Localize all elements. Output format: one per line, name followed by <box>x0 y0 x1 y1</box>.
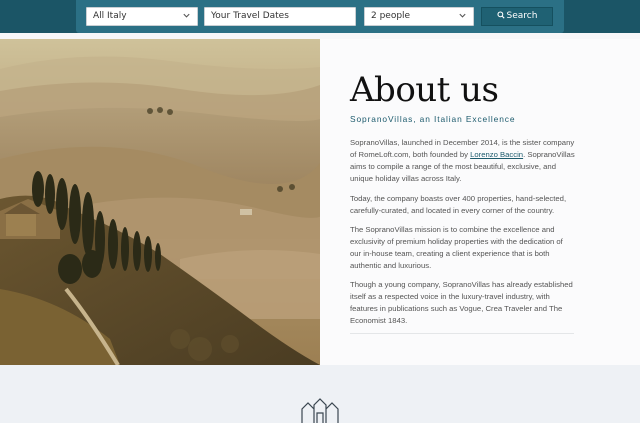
about-paragraph-3: The SopranoVillas mission is to combine … <box>350 225 563 270</box>
region-select-value: All Italy <box>93 11 127 21</box>
chevron-down-icon <box>459 13 466 18</box>
page-subtitle: SopranoVillas, an Italian Excellence <box>350 114 516 124</box>
travel-dates-placeholder: Your Travel Dates <box>211 11 289 21</box>
tuscany-landscape-photo <box>0 39 320 365</box>
page-title: About us <box>350 70 499 110</box>
search-button-label: Search <box>506 11 538 21</box>
about-paragraph-4: Though a young company, SopranoVillas ha… <box>350 280 573 325</box>
villa-logo-icon <box>301 398 339 423</box>
search-button[interactable]: Search <box>481 7 553 26</box>
chevron-down-icon <box>183 13 190 18</box>
guests-select-value: 2 people <box>371 11 411 21</box>
founder-link[interactable]: Lorenzo Baccin <box>470 150 523 159</box>
region-select[interactable]: All Italy <box>86 7 198 26</box>
about-paragraph-1: SopranoVillas, launched in December 2014… <box>350 137 576 185</box>
search-icon <box>496 11 505 19</box>
guests-select[interactable]: 2 people <box>364 7 474 26</box>
travel-dates-input[interactable]: Your Travel Dates <box>204 7 356 26</box>
about-paragraph-2: Today, the company boasts over 400 prope… <box>350 194 567 215</box>
divider <box>350 333 574 334</box>
